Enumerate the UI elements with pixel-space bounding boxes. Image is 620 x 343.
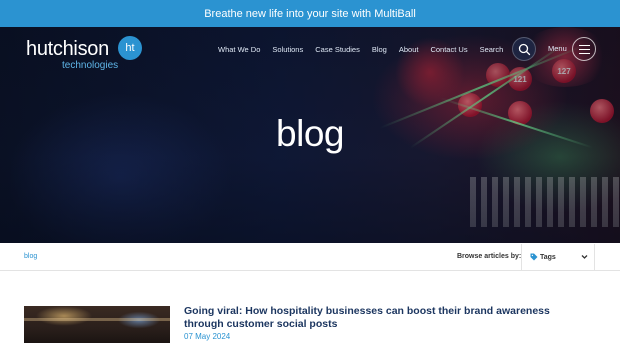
nav-item-blog[interactable]: Blog	[372, 45, 387, 54]
tag-icon	[530, 253, 538, 261]
browse-label: Browse articles by:	[457, 253, 522, 260]
page-title: blog	[276, 113, 344, 154]
nav-item-contact-us[interactable]: Contact Us	[430, 45, 467, 54]
search-button[interactable]	[512, 37, 536, 61]
breadcrumb[interactable]: blog	[24, 253, 37, 260]
promo-banner-text[interactable]: Breathe new life into your site with Mul…	[204, 8, 416, 20]
article-thumbnail[interactable]	[24, 306, 170, 343]
hamburger-icon	[579, 45, 590, 46]
logo-subtitle: technologies	[62, 60, 119, 71]
chevron-down-icon	[581, 255, 588, 259]
nav-item-about[interactable]: About	[399, 45, 419, 54]
search-icon	[518, 43, 531, 56]
article-title[interactable]: Going viral: How hospitality businesses …	[184, 305, 584, 331]
nav-item-what-we-do[interactable]: What We Do	[218, 45, 260, 54]
logo-badge: ht	[118, 36, 142, 60]
logo-wordmark: hutchison	[26, 38, 109, 60]
site-logo[interactable]: hutchison technologies ht	[26, 36, 146, 76]
promo-banner[interactable]: Breathe new life into your site with Mul…	[0, 0, 620, 27]
nav-item-case-studies[interactable]: Case Studies	[315, 45, 360, 54]
tags-dropdown-label: Tags	[540, 254, 556, 261]
article-date: 07 May 2024	[184, 332, 231, 341]
main-nav: What We Do Solutions Case Studies Blog A…	[218, 42, 509, 56]
nav-item-search[interactable]: Search	[480, 45, 504, 54]
tags-dropdown[interactable]: Tags	[521, 244, 595, 271]
menu-label[interactable]: Menu	[548, 44, 567, 53]
menu-button[interactable]	[572, 37, 596, 61]
nav-item-solutions[interactable]: Solutions	[272, 45, 303, 54]
